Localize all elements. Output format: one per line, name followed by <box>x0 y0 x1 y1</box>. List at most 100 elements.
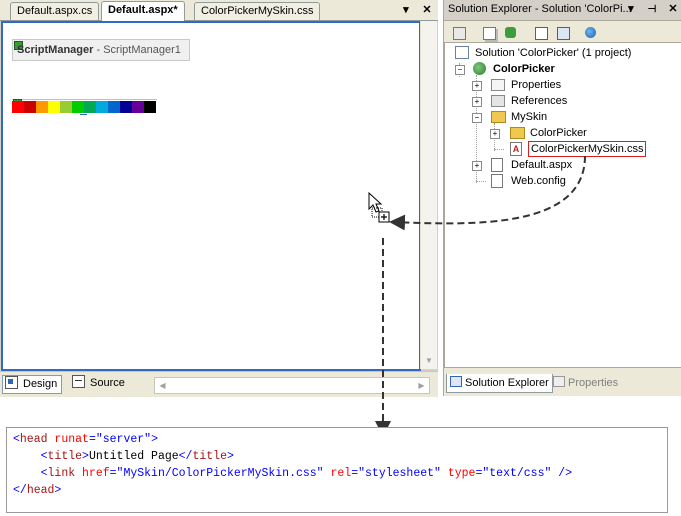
color-swatch[interactable] <box>132 101 144 113</box>
code-token: link <box>47 467 76 480</box>
horizontal-scrollbar[interactable]: ◀ ▶ <box>154 377 430 394</box>
tab-solution-explorer[interactable]: Solution Explorer <box>446 374 553 393</box>
properties-button[interactable] <box>450 24 467 41</box>
tab-default-aspx[interactable]: Default.aspx* <box>101 1 185 21</box>
web-config-label: Web.config <box>511 175 566 187</box>
show-all-files-icon <box>483 27 496 40</box>
solution-label: Solution 'ColorPicker' (1 project) <box>475 47 632 59</box>
color-swatch[interactable] <box>96 101 108 113</box>
color-swatch[interactable] <box>60 101 72 113</box>
view-code-button[interactable] <box>532 24 549 41</box>
references-icon <box>491 95 505 107</box>
expand-toggle[interactable]: + <box>472 161 482 171</box>
color-swatch[interactable] <box>120 101 132 113</box>
titlebar-controls: ▾ ⊣ ✕ <box>620 2 680 17</box>
color-picker-indicator <box>80 114 87 115</box>
code-token: < <box>40 467 48 480</box>
code-token: < <box>40 450 48 463</box>
code-snippet-box: <head runat="server"> <title>Untitled Pa… <box>6 427 668 513</box>
color-swatch[interactable] <box>36 101 48 113</box>
code-token: > <box>151 433 158 446</box>
css-file-label: ColorPickerMySkin.css <box>528 141 647 157</box>
code-token: > <box>54 484 62 497</box>
config-file-icon <box>491 174 503 188</box>
code-line-2: <title>Untitled Page</title> <box>13 450 234 463</box>
refresh-icon <box>505 27 516 38</box>
expand-toggle[interactable]: + <box>472 97 482 107</box>
code-token: = <box>109 467 117 480</box>
properties-icon <box>453 27 466 40</box>
properties-folder-icon <box>491 79 505 91</box>
code-token: </ <box>178 450 193 463</box>
code-token: > <box>82 450 89 463</box>
scroll-left-icon[interactable]: ◀ <box>155 378 170 393</box>
solution-explorer-title: Solution Explorer - Solution 'ColorPi... <box>448 3 632 15</box>
code-token: "text/css" <box>482 467 552 480</box>
tree-line <box>494 149 504 150</box>
script-manager-id: - ScriptManager1 <box>96 44 181 56</box>
color-picker-control[interactable] <box>12 101 156 113</box>
design-view-label: Design <box>23 378 58 390</box>
collapse-toggle[interactable]: − <box>472 113 482 123</box>
design-view-button[interactable]: Design <box>2 375 63 394</box>
properties-label: Properties <box>511 79 562 91</box>
project-label: ColorPicker <box>493 63 555 75</box>
expand-toggle[interactable]: + <box>472 81 482 91</box>
color-swatch[interactable] <box>72 101 84 113</box>
tab-properties[interactable]: Properties <box>550 374 621 392</box>
tab-colorpicker-myskin-css[interactable]: ColorPickerMySkin.css <box>194 2 321 20</box>
dropdown-arrow-icon[interactable]: ▾ <box>624 2 638 16</box>
close-icon[interactable]: ✕ <box>420 3 434 17</box>
dropdown-arrow-icon[interactable]: ▾ <box>399 3 413 17</box>
code-line-1: <head runat="server"> <box>13 433 158 446</box>
color-picker-outline <box>12 99 157 100</box>
solution-explorer-toolbar <box>444 21 681 42</box>
color-swatch[interactable] <box>24 101 36 113</box>
solution-explorer-tab-icon <box>450 376 462 387</box>
design-surface[interactable]: ScriptManager - ScriptManager1 <box>1 21 421 371</box>
drag-cursor-icon <box>368 192 390 223</box>
code-token: /> <box>551 467 573 480</box>
document-tab-strip: Default.aspx.cs Default.aspx* ColorPicke… <box>0 0 438 21</box>
code-token: < <box>13 433 20 446</box>
copy-website-button[interactable] <box>582 24 599 41</box>
tab-default-aspx-cs[interactable]: Default.aspx.cs <box>10 2 100 20</box>
aspx-file-icon <box>491 158 503 172</box>
code-token: "MySkin/ColorPickerMySkin.css" <box>116 467 324 480</box>
show-all-files-button[interactable] <box>480 24 497 41</box>
source-view-button[interactable]: Source <box>70 375 129 392</box>
solution-explorer-tab-strip: Solution Explorer Properties <box>444 372 681 396</box>
properties-tab-icon <box>553 376 565 387</box>
code-snippet: <head runat="server"> <title>Untitled Pa… <box>13 431 572 499</box>
vertical-scrollbar[interactable]: ▼ <box>420 21 437 369</box>
code-line-4: </head> <box>13 484 61 497</box>
pin-icon[interactable]: ⊣ <box>645 3 659 17</box>
color-swatch[interactable] <box>108 101 120 113</box>
copy-website-icon <box>585 27 596 38</box>
colorpicker-folder-label: ColorPicker <box>530 127 587 139</box>
collapse-toggle[interactable]: − <box>455 65 465 75</box>
close-icon[interactable]: ✕ <box>666 2 680 16</box>
references-label: References <box>511 95 568 107</box>
script-manager-label: ScriptManager - ScriptManager1 <box>17 44 181 56</box>
code-token: type <box>440 467 476 480</box>
folder-icon <box>510 127 525 139</box>
scroll-down-icon[interactable]: ▼ <box>423 355 435 367</box>
expand-toggle[interactable]: + <box>490 129 500 139</box>
code-token: head <box>26 484 55 497</box>
default-aspx-label: Default.aspx <box>511 159 573 171</box>
code-token: "server" <box>95 433 152 446</box>
scroll-right-icon[interactable]: ▶ <box>414 378 429 393</box>
refresh-button[interactable] <box>502 24 519 41</box>
css-file-icon: A <box>510 142 522 156</box>
view-designer-button[interactable] <box>554 24 571 41</box>
source-view-label: Source <box>90 377 125 389</box>
color-swatch[interactable] <box>144 101 156 113</box>
color-swatch[interactable] <box>12 101 24 113</box>
view-code-icon <box>535 27 548 40</box>
color-swatch[interactable] <box>48 101 60 113</box>
color-swatch[interactable] <box>84 101 96 113</box>
script-manager-control[interactable]: ScriptManager - ScriptManager1 <box>12 39 190 61</box>
